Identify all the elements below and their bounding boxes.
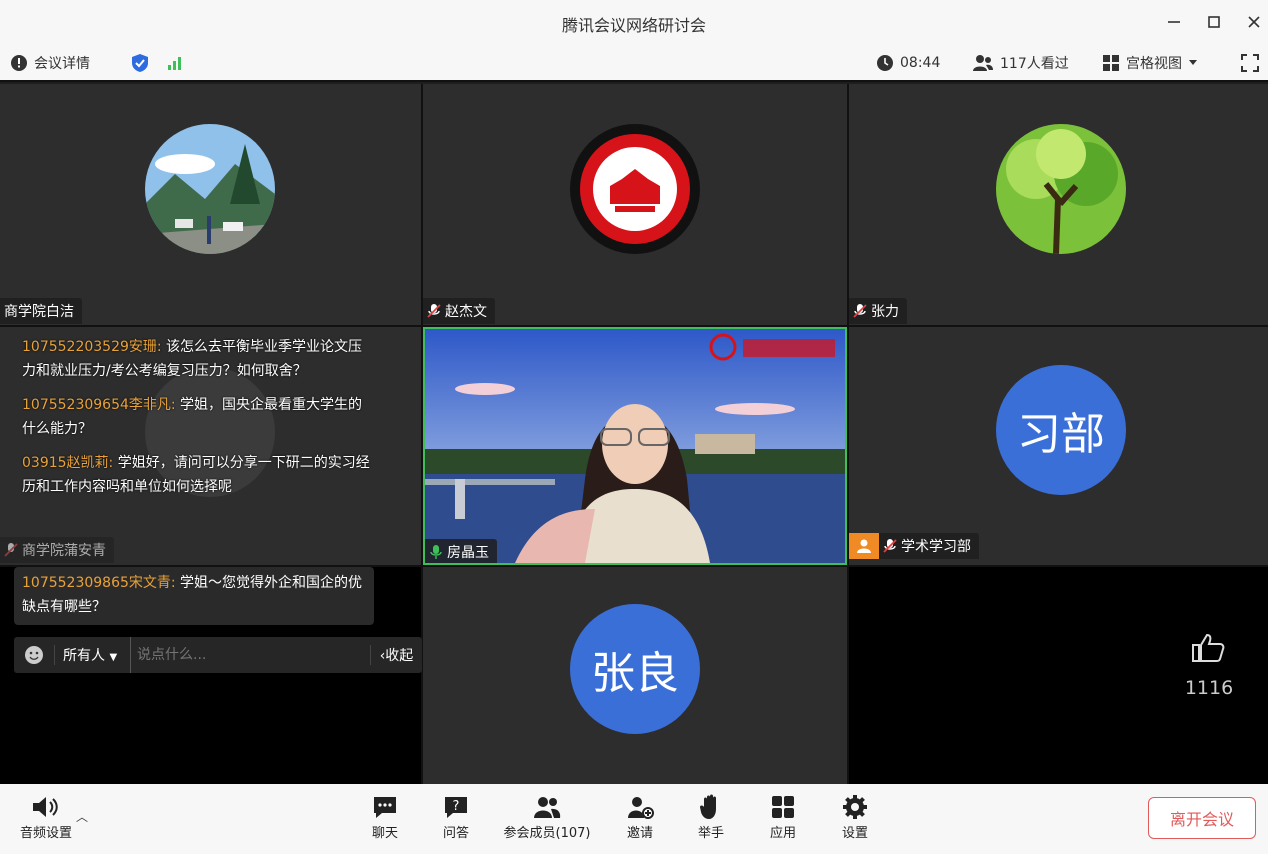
chat-sender: 107552309654李非凡: xyxy=(22,397,176,413)
participant-name-tag: 商学院蒲安青 xyxy=(0,537,114,563)
speaker-icon xyxy=(6,792,86,822)
mic-muted-icon xyxy=(4,543,18,557)
signal-icon[interactable] xyxy=(166,52,186,74)
participant-name-tag: 商学院白洁 xyxy=(0,298,82,324)
mic-muted-icon xyxy=(883,539,897,553)
apps-label: 应用 xyxy=(769,826,796,841)
emoji-icon[interactable] xyxy=(14,645,54,665)
participants-button[interactable]: 参会成员(107) xyxy=(497,792,597,841)
invite-button[interactable]: 邀请 xyxy=(600,792,680,841)
qa-label: 问答 xyxy=(442,826,469,841)
participant-name: 商学院蒲安青 xyxy=(22,543,106,559)
window-title: 腾讯会议网络研讨会 xyxy=(561,16,706,35)
participant-tile[interactable]: 习部 学术学习部 xyxy=(849,327,1268,565)
recipient-label: 所有人 xyxy=(63,648,105,664)
chat-message-highlighted: 107552309865宋文青: 学姐～您觉得外企和国企的优缺点有哪些？ xyxy=(14,567,374,625)
participant-tile[interactable]: 赵杰文 xyxy=(423,84,847,325)
raise-hand-button[interactable]: 举手 xyxy=(671,792,751,841)
meeting-details-button[interactable]: 会议详情 xyxy=(10,52,90,74)
people-icon xyxy=(973,55,993,71)
chat-input[interactable] xyxy=(130,637,370,673)
title-bar: 腾讯会议网络研讨会 xyxy=(0,0,1268,44)
view-mode-label: 宫格视图 xyxy=(1126,56,1182,72)
close-icon[interactable] xyxy=(1242,10,1266,34)
avatar xyxy=(996,124,1126,254)
recipient-dropdown[interactable]: 所有人 ▼ xyxy=(54,645,130,665)
participant-name-tag: 张力 xyxy=(849,298,907,324)
fullscreen-icon[interactable] xyxy=(1240,52,1260,74)
shield-icon[interactable] xyxy=(130,52,150,74)
view-mode-dropdown[interactable]: 宫格视图 xyxy=(1102,52,1198,74)
viewers-label: 117人看过 xyxy=(1000,56,1069,72)
meeting-toolbar: 会议详情 08:44 117人看过 宫格视图 xyxy=(0,44,1268,82)
likes-panel: 1116 xyxy=(849,567,1268,784)
raise-hand-label: 举手 xyxy=(697,826,724,841)
participants-label: 参会成员(107) xyxy=(503,826,591,841)
participant-name: 张力 xyxy=(871,304,899,320)
chat-button[interactable]: 聊天 xyxy=(345,792,425,841)
chat-message: 107552203529安珊: 该怎么去平衡毕业季学业论文压力和就业压力/考公考… xyxy=(14,335,374,383)
audio-settings-label: 音频设置 xyxy=(19,826,72,841)
participant-tile[interactable]: 商学院白洁 xyxy=(0,84,421,325)
mic-muted-icon xyxy=(853,304,867,318)
leave-meeting-button[interactable]: 离开会议 xyxy=(1148,797,1256,839)
mic-muted-icon xyxy=(427,304,441,318)
active-speaker-tile[interactable]: 房晶玉 xyxy=(423,327,847,565)
thumbs-up-icon[interactable] xyxy=(1191,631,1225,667)
bottom-toolbar: 音频设置 ︿ 聊天 ? 问答 参会成员(107) 邀请 举手 应用 设置 离开会… xyxy=(0,784,1268,854)
avatar xyxy=(145,124,275,254)
participant-name: 赵杰文 xyxy=(445,304,487,320)
viewers-button[interactable]: 117人看过 xyxy=(972,52,1069,74)
audio-settings-button[interactable]: 音频设置 xyxy=(6,792,86,841)
apps-icon xyxy=(743,792,823,822)
participant-name-tag: 学术学习部 xyxy=(849,533,979,559)
university-logo xyxy=(570,124,700,254)
grid-icon xyxy=(1103,55,1119,71)
add-user-icon xyxy=(600,792,680,822)
chat-label: 聊天 xyxy=(371,826,398,841)
settings-label: 设置 xyxy=(841,826,868,841)
user-icon xyxy=(849,533,879,559)
collapse-chat-button[interactable]: ‹收起 xyxy=(370,645,422,665)
chat-input-bar: 所有人 ▼ ‹收起 xyxy=(14,637,422,673)
likes-count: 1116 xyxy=(1184,677,1234,699)
people-icon xyxy=(497,792,597,822)
participant-name: 学术学习部 xyxy=(901,539,971,555)
avatar: 张良 xyxy=(570,604,700,734)
participant-name: 房晶玉 xyxy=(447,545,489,561)
minimize-icon[interactable] xyxy=(1162,10,1186,34)
settings-button[interactable]: 设置 xyxy=(815,792,895,841)
participant-tile[interactable]: 张良 xyxy=(423,567,847,784)
hand-icon xyxy=(671,792,751,822)
participant-name-tag: 房晶玉 xyxy=(425,539,497,563)
avatar: 习部 xyxy=(996,365,1126,495)
qa-button[interactable]: ? 问答 xyxy=(416,792,496,841)
clock-icon xyxy=(877,55,893,71)
maximize-icon[interactable] xyxy=(1202,10,1226,34)
timer: 08:44 xyxy=(876,52,940,74)
timer-label: 08:44 xyxy=(900,55,941,71)
mic-active-icon xyxy=(430,545,442,559)
info-icon xyxy=(11,55,27,71)
participant-name-tag: 赵杰文 xyxy=(423,298,495,324)
chat-message: 03915赵凯莉: 学姐好，请问可以分享一下研二的实习经历和工作内容吗和单位如何… xyxy=(14,451,374,499)
chat-sender: 03915赵凯莉: xyxy=(22,455,114,471)
chat-icon xyxy=(345,792,425,822)
apps-button[interactable]: 应用 xyxy=(743,792,823,841)
question-icon: ? xyxy=(416,792,496,822)
speaker-video xyxy=(425,329,845,563)
chevron-up-icon[interactable]: ︿ xyxy=(76,808,88,825)
participant-tile[interactable]: 张力 xyxy=(849,84,1268,325)
gear-icon xyxy=(815,792,895,822)
meeting-details-label: 会议详情 xyxy=(34,56,90,72)
chat-sender: 107552203529安珊: xyxy=(22,339,162,355)
caret-down-icon xyxy=(1189,60,1197,65)
chat-message: 107552309654李非凡: 学姐，国央企最看重大学生的什么能力？ xyxy=(14,393,374,441)
participant-name: 商学院白洁 xyxy=(4,304,74,320)
chat-sender: 107552309865宋文青: xyxy=(22,575,176,591)
collapse-label: 收起 xyxy=(385,648,414,664)
svg-text:?: ? xyxy=(453,799,460,814)
invite-label: 邀请 xyxy=(626,826,653,841)
